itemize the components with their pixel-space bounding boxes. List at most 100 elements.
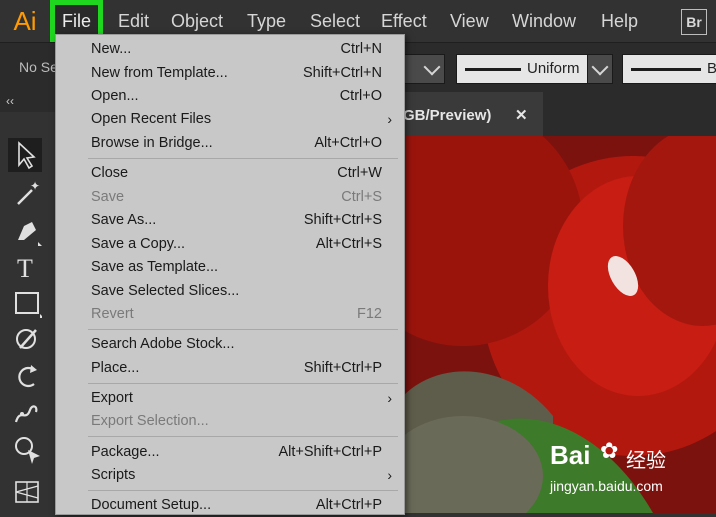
- close-tab-button[interactable]: ✕: [515, 106, 528, 124]
- stroke-profile-select[interactable]: Uniform: [456, 54, 588, 84]
- type-t-icon: T: [17, 254, 33, 283]
- menu-item-save: Save Ctrl+S: [56, 186, 404, 209]
- menu-item-label: Save as Template...: [91, 259, 219, 275]
- rectangle-icon: [15, 292, 44, 318]
- menu-item-save-slices[interactable]: Save Selected Slices...: [56, 280, 404, 303]
- menu-item-shortcut: F12: [357, 306, 382, 322]
- baidu-watermark: Bai ✿ 经验 jingyan.baidu.com: [550, 438, 710, 510]
- tools-panel-header: ‹‹: [0, 92, 56, 112]
- selection-tool[interactable]: [8, 138, 42, 172]
- brush-label: B: [707, 60, 716, 77]
- chevron-down-icon: [423, 58, 441, 76]
- menu-item-label: New from Template...: [91, 65, 228, 81]
- watermark-brand: Bai: [550, 440, 591, 470]
- selection-status: No Se: [19, 59, 58, 75]
- menu-separator: [88, 158, 398, 159]
- magic-wand-icon: ✦: [17, 179, 40, 205]
- menu-item-open-recent[interactable]: Open Recent Files ›: [56, 108, 404, 131]
- menu-item-save-as[interactable]: Save As... Shift+Ctrl+S: [56, 209, 404, 232]
- arrow-pointer-icon: [18, 141, 36, 170]
- menu-item-label: Save Selected Slices...: [91, 283, 240, 299]
- menu-view[interactable]: View: [450, 0, 489, 42]
- watermark-url: jingyan.baidu.com: [550, 478, 663, 494]
- menu-item-close[interactable]: Close Ctrl+W: [56, 162, 404, 185]
- magic-wand-tool[interactable]: ✦: [12, 178, 42, 208]
- svg-text:✦: ✦: [30, 179, 40, 193]
- pen-tool[interactable]: [12, 216, 42, 246]
- menu-item-shortcut: Alt+Ctrl+P: [315, 497, 382, 513]
- menu-item-label: Save a Copy...: [91, 236, 186, 252]
- menu-item-shortcut: Shift+Ctrl+S: [303, 212, 382, 228]
- menu-separator: [88, 490, 398, 491]
- menu-item-browse-bridge[interactable]: Browse in Bridge... Alt+Ctrl+O: [56, 132, 404, 155]
- menu-file-label: File: [55, 5, 99, 37]
- brush-definition-select[interactable]: B: [622, 54, 716, 84]
- tools-panel: ✦ T: [0, 112, 57, 513]
- menu-item-shortcut: Ctrl+S: [341, 189, 382, 205]
- menu-help[interactable]: Help: [601, 0, 638, 42]
- document-tab[interactable]: GB/Preview) ✕: [403, 92, 543, 136]
- bridge-button[interactable]: Br: [681, 9, 707, 35]
- menu-item-save-template[interactable]: Save as Template...: [56, 256, 404, 279]
- menu-separator: [88, 329, 398, 330]
- menu-item-scripts[interactable]: Scripts ›: [56, 464, 404, 487]
- document-tab-title: GB/Preview): [403, 107, 492, 124]
- menu-item-label: Export: [91, 390, 133, 406]
- menu-item-label: Close: [91, 165, 129, 181]
- menu-separator: [88, 383, 398, 384]
- menu-item-shortcut: Ctrl+N: [340, 41, 383, 57]
- document-tab-bar: GB/Preview) ✕: [403, 92, 716, 136]
- submenu-arrow-icon: ›: [387, 111, 392, 127]
- stroke-profile-dropdown[interactable]: [587, 54, 613, 84]
- menu-item-shortcut: Alt+Shift+Ctrl+P: [278, 444, 382, 460]
- type-tool[interactable]: T: [12, 252, 42, 283]
- menu-item-new-from-template[interactable]: New from Template... Shift+Ctrl+N: [56, 62, 404, 85]
- menu-item-label: Revert: [91, 306, 134, 322]
- menu-item-label: Open Recent Files: [91, 111, 212, 127]
- perspective-grid-icon: [15, 481, 39, 503]
- menu-item-place[interactable]: Place... Shift+Ctrl+P: [56, 357, 404, 380]
- paintbrush-icon: [16, 329, 37, 349]
- menu-item-label: Browse in Bridge...: [91, 135, 213, 151]
- stroke-profile-label: Uniform: [527, 60, 580, 77]
- menu-item-shortcut: Ctrl+O: [339, 88, 382, 104]
- menu-item-package[interactable]: Package... Alt+Shift+Ctrl+P: [56, 441, 404, 464]
- menu-item-label: New...: [91, 41, 132, 57]
- menu-item-shortcut: Alt+Ctrl+S: [315, 236, 382, 252]
- menu-item-revert: Revert F12: [56, 303, 404, 326]
- rotate-icon: [18, 365, 37, 388]
- stroke-line-icon: [465, 68, 521, 71]
- menu-item-new[interactable]: New... Ctrl+N: [56, 38, 404, 61]
- menu-item-export[interactable]: Export ›: [56, 387, 404, 410]
- svg-text:T: T: [17, 254, 33, 282]
- menu-item-label: Place...: [91, 360, 140, 376]
- menu-item-save-copy[interactable]: Save a Copy... Alt+Ctrl+S: [56, 233, 404, 256]
- paw-icon: ✿: [600, 438, 619, 463]
- illustrator-logo: Ai: [13, 6, 37, 36]
- rotate-tool[interactable]: [12, 362, 42, 392]
- menu-item-label: Open...: [91, 88, 139, 104]
- menu-window[interactable]: Window: [512, 0, 576, 42]
- rectangle-tool[interactable]: [12, 288, 44, 318]
- menu-item-export-selection: Export Selection...: [56, 410, 404, 433]
- paintbrush-tool[interactable]: [12, 324, 42, 354]
- menu-item-label: Document Setup...: [91, 497, 212, 513]
- watermark-brand-cn: 经验: [626, 450, 666, 472]
- submenu-arrow-icon: ›: [387, 390, 392, 406]
- menu-item-document-setup[interactable]: Document Setup... Alt+Ctrl+P: [56, 494, 404, 517]
- pen-icon: [18, 222, 42, 246]
- puppet-warp-icon: [14, 405, 38, 423]
- puppet-warp-tool[interactable]: [12, 398, 42, 428]
- submenu-arrow-icon: ›: [387, 467, 392, 483]
- perspective-grid-tool[interactable]: [12, 476, 42, 506]
- menu-item-open[interactable]: Open... Ctrl+O: [56, 85, 404, 108]
- menu-item-shortcut: Alt+Ctrl+O: [314, 135, 382, 151]
- shape-builder-tool[interactable]: [12, 434, 42, 464]
- brush-line-icon: [631, 68, 701, 71]
- menu-item-shortcut: Ctrl+W: [337, 165, 382, 181]
- menu-item-label: Search Adobe Stock...: [91, 336, 235, 352]
- menu-item-search-stock[interactable]: Search Adobe Stock...: [56, 333, 404, 356]
- collapse-panel-button[interactable]: ‹‹: [6, 94, 14, 108]
- chevron-down-icon: [591, 58, 609, 76]
- variable-width-dropdown[interactable]: [403, 54, 445, 84]
